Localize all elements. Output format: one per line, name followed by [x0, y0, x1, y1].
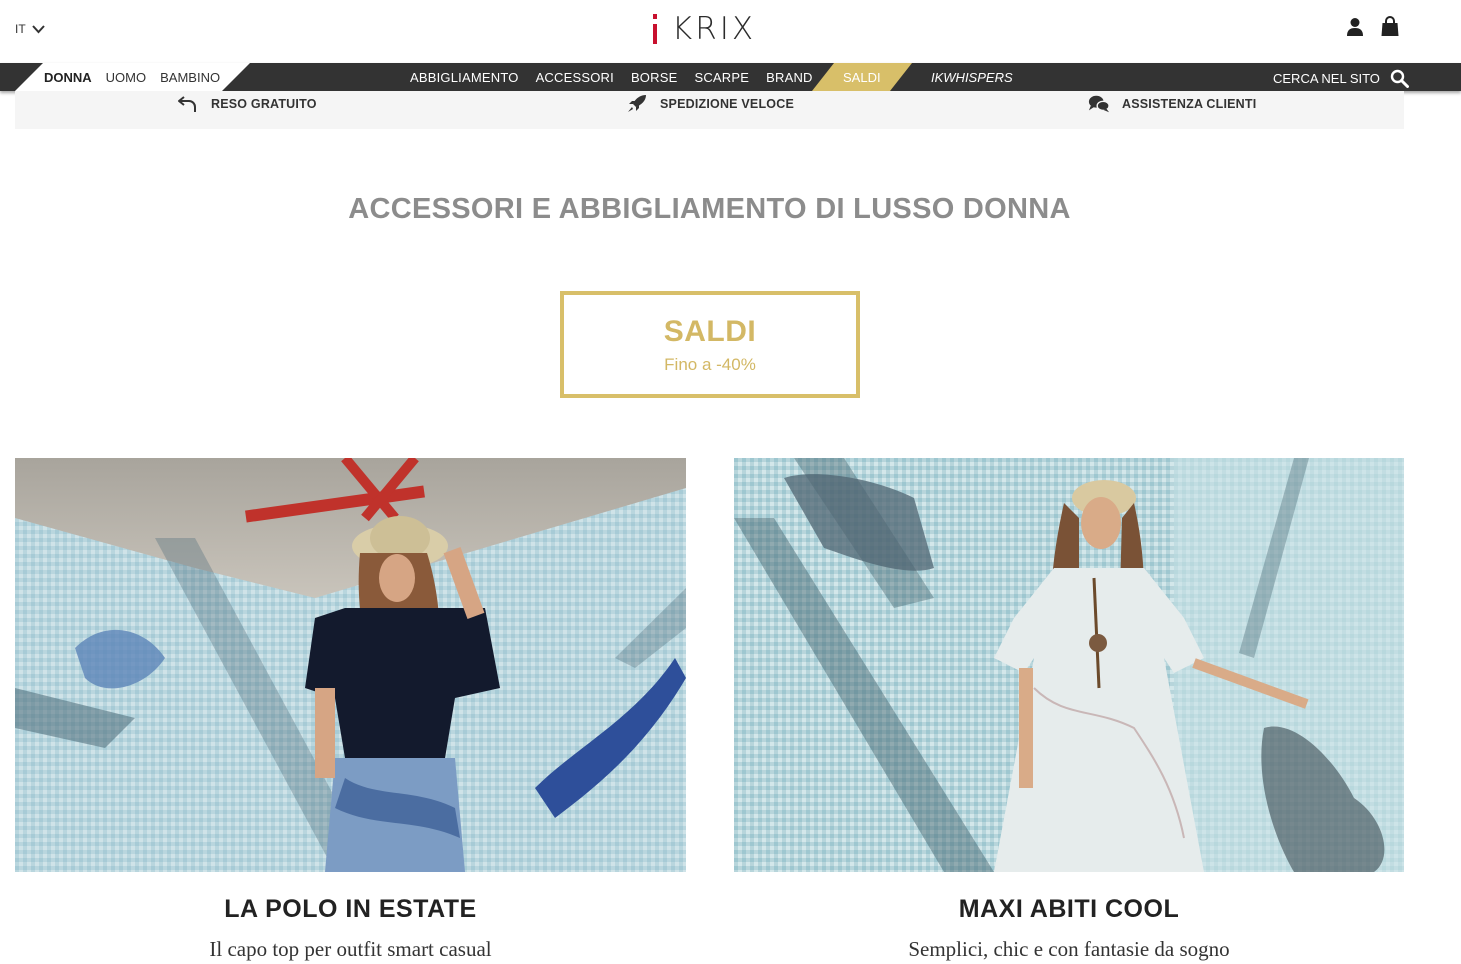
rocket-icon	[628, 95, 646, 112]
promo-image-maxi-abiti[interactable]	[734, 458, 1404, 872]
gender-donna[interactable]: DONNA	[44, 70, 92, 85]
sale-banner-title: SALDI	[663, 315, 757, 348]
logo-text: KRIX	[671, 11, 757, 47]
promo-card-maxi-abiti: MAXI ABITI COOL Semplici, chic e con fan…	[734, 458, 1404, 962]
menu-saldi[interactable]: SALDI	[812, 63, 912, 91]
sale-banner-subtitle: Fino a -40%	[664, 355, 756, 374]
user-icon[interactable]	[1346, 17, 1364, 37]
language-selector[interactable]: IT	[15, 22, 45, 36]
page-title: ACCESSORI E ABBIGLIAMENTO DI LUSSO DONNA	[348, 193, 1071, 225]
promo-subtitle: Il capo top per outfit smart casual	[209, 937, 492, 961]
service-strip: RESO GRATUITO SPEDIZIONE VELOCE ASSISTEN…	[15, 91, 1404, 129]
service-spedizione-veloce[interactable]: SPEDIZIONE VELOCE	[626, 94, 794, 114]
menu-abbigliamento[interactable]: ABBIGLIAMENTO	[410, 70, 519, 85]
service-reso-gratuito[interactable]: RESO GRATUITO	[177, 94, 317, 114]
menu-scarpe[interactable]: SCARPE	[694, 70, 749, 85]
chat-bubbles-icon	[1088, 95, 1110, 113]
site-search[interactable]: CERCA NEL SITO	[1273, 69, 1409, 88]
gender-links: DONNA UOMO BAMBINO	[44, 70, 220, 85]
search-label: CERCA NEL SITO	[1273, 71, 1380, 86]
service-label: RESO GRATUITO	[211, 97, 317, 111]
menu-accessori[interactable]: ACCESSORI	[536, 70, 614, 85]
promo-title[interactable]: LA POLO IN ESTATE	[15, 895, 686, 924]
promo-image-polo[interactable]	[15, 458, 686, 872]
promo-title[interactable]: MAXI ABITI COOL	[734, 895, 1404, 924]
polo-photo	[15, 458, 686, 872]
logo-i-mark	[653, 14, 657, 44]
menu-saldi-label: SALDI	[843, 70, 881, 85]
menu-brand[interactable]: BRAND	[766, 70, 813, 85]
menu-ikwhispers[interactable]: IKWHISPERS	[931, 70, 1013, 85]
main-navigation: DONNA UOMO BAMBINO ABBIGLIAMENTO ACCESSO…	[0, 63, 1461, 91]
maxi-dress-photo	[734, 458, 1404, 872]
chevron-down-icon	[31, 24, 45, 33]
promo-card-polo: LA POLO IN ESTATE Il capo top per outfit…	[15, 458, 686, 962]
sale-banner[interactable]: SALDI Fino a -40%	[560, 291, 860, 398]
service-label: SPEDIZIONE VELOCE	[660, 97, 794, 111]
promo-subtitle: Semplici, chic e con fantasie da sogno	[908, 937, 1230, 961]
return-arrow-icon	[178, 96, 196, 112]
service-assistenza-clienti[interactable]: ASSISTENZA CLIENTI	[1088, 94, 1256, 114]
shopping-bag-icon[interactable]	[1381, 16, 1399, 37]
language-label: IT	[15, 22, 26, 36]
gender-bambino[interactable]: BAMBINO	[160, 70, 220, 85]
site-logo[interactable]: KRIX	[653, 11, 765, 47]
service-label: ASSISTENZA CLIENTI	[1122, 97, 1257, 111]
gender-uomo[interactable]: UOMO	[106, 70, 146, 85]
top-header: IT KRIX	[0, 0, 1461, 63]
category-menu: ABBIGLIAMENTO ACCESSORI BORSE SCARPE BRA…	[410, 70, 813, 85]
search-icon	[1390, 69, 1409, 88]
menu-borse[interactable]: BORSE	[631, 70, 678, 85]
